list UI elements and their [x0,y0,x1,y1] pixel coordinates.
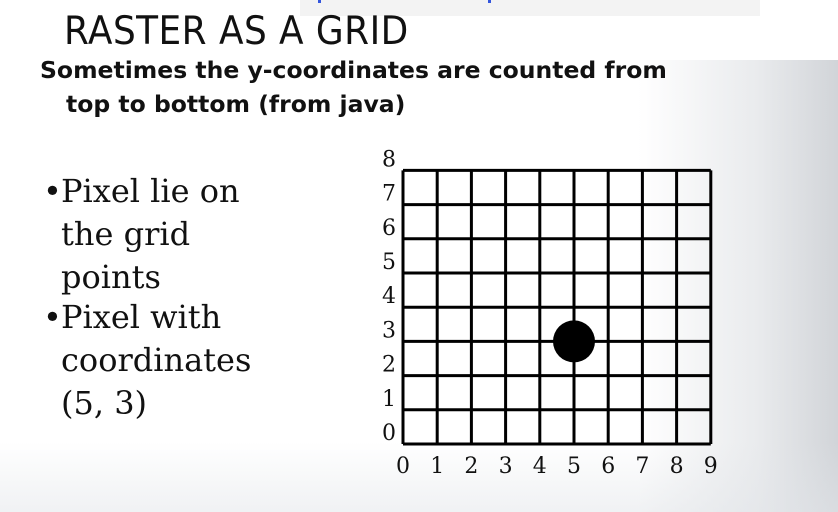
y-axis-tick-label: 4 [382,284,396,309]
x-axis-tick-label: 1 [430,454,444,479]
bullet-marker: • [43,172,62,210]
y-axis-tick-label: 7 [382,182,396,207]
bullet-list: • Pixel lie on the grid points • Pixel w… [40,170,300,425]
bullet-item: • Pixel lie on the grid points [40,170,300,299]
bullet-line: (5, 3) [61,384,148,422]
header-dot [488,0,491,3]
y-axis-tick-label: 5 [382,250,396,275]
x-axis-tick-label: 3 [499,454,513,479]
pixel-dot [553,320,595,363]
subtitle-line-1: Sometimes the y-coordinates are counted … [40,56,667,84]
y-axis-tick-label: 0 [382,421,396,446]
bullet-item: • Pixel with coordinates (5, 3) [40,296,300,425]
y-axis-tick-label: 3 [382,318,396,343]
slide-subtitle: Sometimes the y-coordinates are counted … [40,53,780,121]
y-axis-tick-label: 8 [382,148,396,172]
y-axis-tick-label: 6 [382,216,396,241]
bullet-marker: • [43,298,62,336]
bullet-line: Pixel with [61,298,222,336]
y-axis-tick-label: 2 [382,353,396,378]
x-axis-tick-label: 8 [670,454,684,479]
x-axis-tick-label: 6 [601,454,615,479]
pixel-grid-diagram: 0 1 2 3 4 5 6 7 8 9012345678 [382,148,718,479]
x-axis-tick-label: 2 [464,454,478,479]
bullet-line: coordinates [61,341,252,379]
bullet-line: Pixel lie on [61,172,240,210]
x-axis-tick-label: 5 [567,454,581,479]
x-axis-tick-label: 0 [396,454,410,479]
x-axis-tick-label: 4 [533,454,547,479]
x-axis-tick-label: 7 [635,454,649,479]
bullet-line: the grid [61,215,191,253]
x-axis-tick-label: 9 [704,454,718,479]
subtitle-line-2: top to bottom (from java) [66,90,406,118]
header-dot [318,0,321,3]
y-axis-tick-label: 1 [382,387,396,412]
bullet-line: points [61,258,161,296]
slide-title: RASTER AS A GRID [64,9,409,54]
